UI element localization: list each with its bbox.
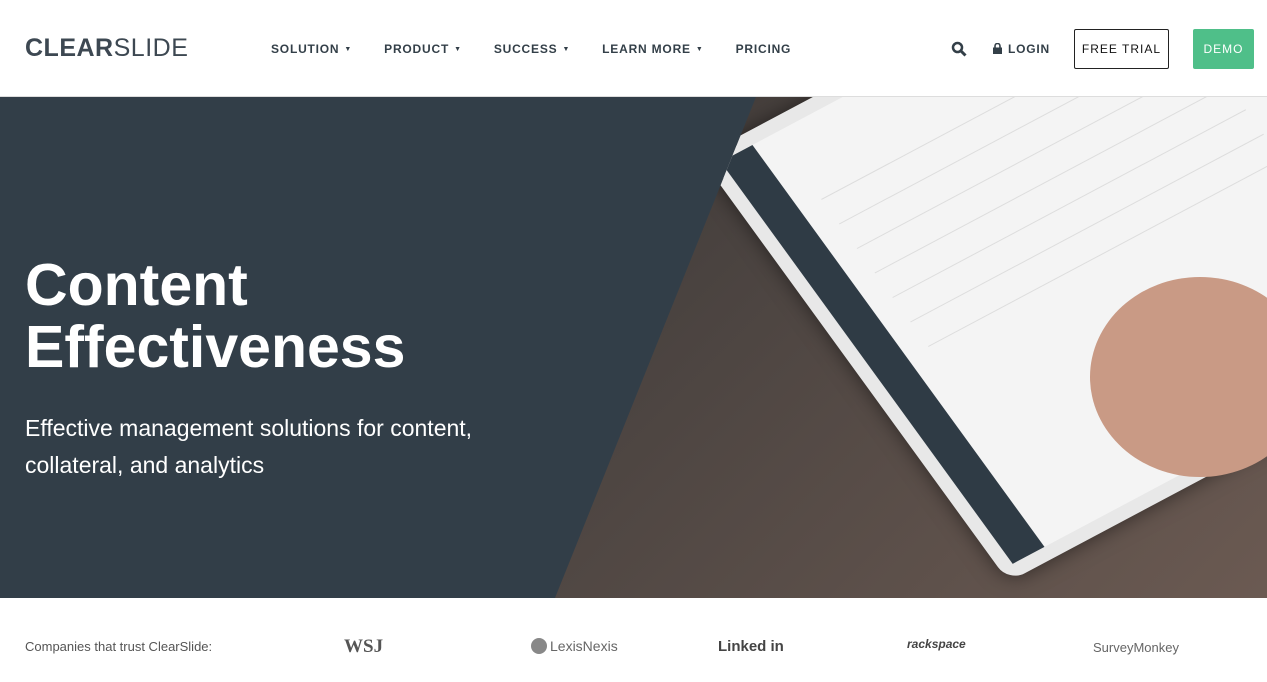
main-nav: SOLUTION ▼ PRODUCT ▼ SUCCESS ▼ LEARN MORE ▼ … (271, 42, 823, 56)
login-link[interactable]: LOGIN (993, 42, 1050, 56)
caret-down-icon: ▼ (695, 46, 704, 53)
site-header: CLEARSLIDE SOLUTION ▼ PRODUCT ▼ SUCCESS ▼ L… (0, 0, 1267, 97)
nav-product[interactable]: PRODUCT ▼ (384, 42, 462, 56)
hero-section: Content Effectiveness Effective managemen… (0, 97, 1267, 598)
wsj-logo: WSJ (344, 636, 384, 657)
caret-down-icon: ▼ (454, 46, 462, 53)
hero-title: Content Effectiveness (25, 252, 406, 380)
nav-success[interactable]: SUCCESS ▼ (494, 42, 570, 56)
caret-down-icon: ▼ (562, 46, 571, 53)
linkedin-logo: Linked in (718, 638, 784, 655)
nav-pricing[interactable]: PRICING (736, 42, 792, 56)
caret-down-icon: ▼ (344, 46, 353, 53)
rackspace-logo: rackspace (907, 637, 966, 651)
hero-subtitle: Effective management solutions for conte… (25, 415, 473, 478)
lexisnexis-logo: LexisNexis (531, 638, 618, 655)
nav-learn-more[interactable]: LEARN MORE ▼ (602, 42, 703, 56)
search-icon[interactable] (951, 41, 967, 57)
nav-solution[interactable]: SOLUTION ▼ (271, 42, 352, 56)
trust-label: Companies that trust ClearSlide: (25, 639, 213, 654)
demo-button[interactable]: DEMO (1193, 29, 1254, 69)
surveymonkey-logo: SurveyMonkey (1093, 640, 1179, 655)
clearslide-logo[interactable]: CLEARSLIDE (25, 34, 188, 63)
lock-icon (993, 42, 1002, 54)
free-trial-button[interactable]: FREE TRIAL (1074, 29, 1169, 69)
